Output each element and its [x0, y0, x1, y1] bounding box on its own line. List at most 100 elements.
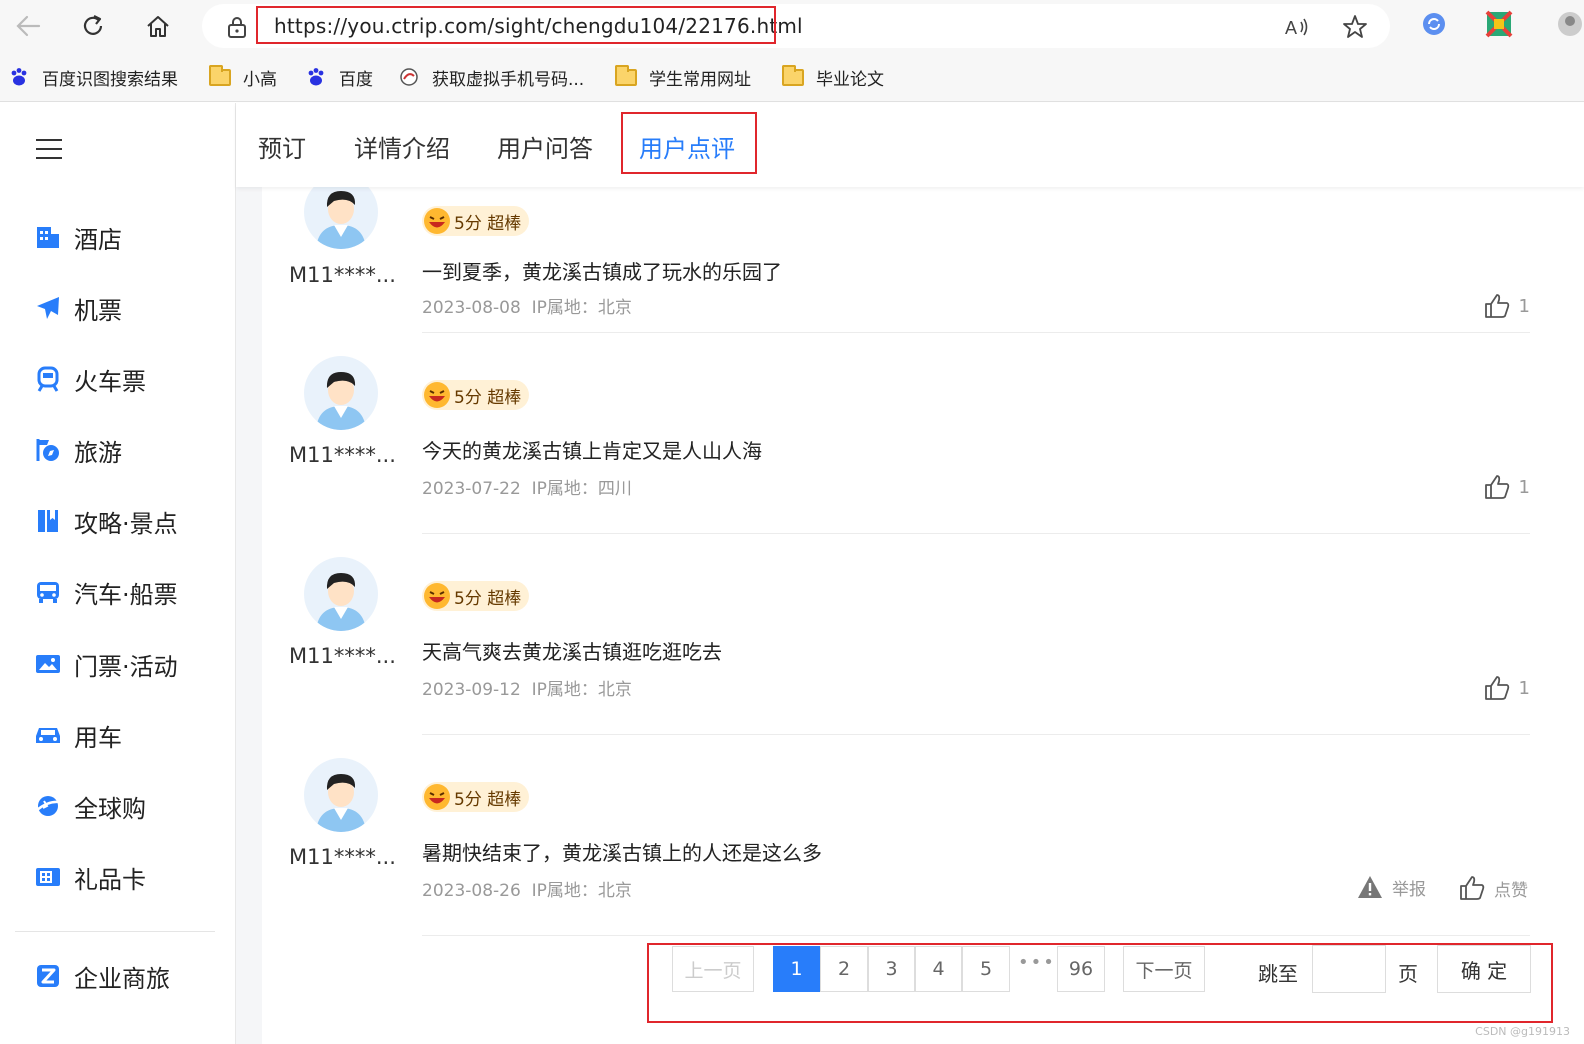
tab-details[interactable]: 详情介绍 [354, 129, 450, 164]
bookmark-label: 毕业论文 [816, 69, 884, 90]
gift-card-icon [34, 863, 62, 891]
sidebar-item-global-shop[interactable]: 全球购 [34, 788, 146, 824]
refresh-icon[interactable] [75, 8, 111, 44]
bookmark-label: 百度 [339, 69, 373, 90]
bookmark-label: 获取虚拟手机号码... [432, 69, 585, 90]
sidebar-divider [15, 931, 215, 932]
sidebar-item-car[interactable]: 用车 [34, 717, 122, 753]
sidebar-item-label: 机票 [74, 296, 122, 325]
avatar [304, 557, 378, 631]
pagination-highlight-box [647, 943, 1553, 1023]
sidebar-item-label: 火车票 [74, 367, 146, 396]
url-highlight-box [256, 6, 776, 44]
sidebar-item-label: 酒店 [74, 225, 122, 254]
site-icon [398, 67, 420, 87]
bookmark-label: 百度识图搜索结果 [42, 69, 178, 90]
watermark: CSDN @g191913 [1475, 1025, 1570, 1038]
browser-toolbar: https://you.ctrip.com/sight/chengdu104/2… [0, 0, 1584, 52]
score-text: 5分 超棒 [454, 588, 522, 609]
plane-icon [34, 294, 62, 322]
sidebar-item-label: 用车 [74, 723, 122, 752]
sidebar-item-tickets[interactable]: 门票·活动 [34, 646, 178, 682]
back-arrow-icon[interactable] [10, 8, 46, 44]
bookmark-folder[interactable]: 小高 [209, 64, 277, 90]
score-badge: 5分 超棒 [422, 380, 530, 410]
baidu-paw-icon [8, 67, 30, 87]
sidebar-item-label: 汽车·船票 [74, 580, 178, 609]
review-username[interactable]: M11****... [289, 845, 396, 869]
warning-icon [1358, 876, 1382, 898]
sidebar-item-label: 企业商旅 [74, 964, 170, 993]
train-icon [34, 365, 62, 393]
score-text: 5分 超棒 [454, 789, 522, 810]
review-item: M11****... 5分 超棒 暑期快结束了，黄龙溪古镇上的人还是这么多 20… [262, 623, 1584, 936]
sidebar-item-label: 攻略·景点 [74, 509, 178, 538]
car-icon [34, 721, 62, 749]
hotel-icon [34, 223, 62, 251]
score-badge: 5分 超棒 [422, 782, 530, 812]
score-text: 5分 超棒 [454, 387, 522, 408]
page: 酒店 机票 火车票 旅游 攻略·景点 汽车·船票 门票·活动 用车 全球购 礼品… [0, 103, 1584, 1044]
thumbs-up-icon [1460, 876, 1485, 900]
detail-tab-bar: 预订 详情介绍 用户问答 用户点评 [236, 103, 1584, 187]
profile-avatar[interactable] [1556, 10, 1584, 38]
review-list: M11****... 5分 超棒 一到夏季，黄龙溪古镇成了玩水的乐园了 2023… [262, 187, 1584, 1044]
laughing-face-icon [424, 583, 450, 609]
baidu-paw-icon [305, 67, 327, 87]
bookmark-folder[interactable]: 学生常用网址 [615, 64, 751, 90]
sync-extension-icon[interactable] [1420, 10, 1448, 38]
bookmark-item[interactable]: 获取虚拟手机号码... [398, 64, 584, 90]
svg-text:A: A [1285, 18, 1297, 38]
sidebar-item-flight[interactable]: 机票 [34, 290, 122, 326]
read-aloud-icon[interactable]: A [1284, 14, 1310, 40]
review-date: 2023-08-26 [422, 881, 521, 901]
business-icon [34, 962, 62, 990]
sidebar-item-travel[interactable]: 旅游 [34, 432, 122, 468]
sidebar-item-train[interactable]: 火车票 [34, 361, 146, 397]
sidebar-item-label: 旅游 [74, 438, 122, 467]
menu-icon[interactable] [36, 139, 62, 159]
avatar [304, 356, 378, 430]
score-badge: 5分 超棒 [422, 581, 530, 611]
tab-booking[interactable]: 预订 [258, 129, 306, 164]
extension-icon[interactable] [1485, 10, 1513, 38]
tab-highlight-box [621, 112, 757, 174]
sidebar-item-label: 礼品卡 [74, 865, 146, 894]
sidebar-item-label: 门票·活动 [74, 652, 178, 681]
avatar [304, 758, 378, 832]
sidebar: 酒店 机票 火车票 旅游 攻略·景点 汽车·船票 门票·活动 用车 全球购 礼品… [0, 103, 236, 1044]
travel-icon [34, 436, 62, 464]
folder-icon [209, 64, 231, 87]
global-shop-icon [34, 792, 62, 820]
sidebar-item-bus[interactable]: 汽车·船票 [34, 574, 178, 610]
tab-qa[interactable]: 用户问答 [497, 129, 593, 164]
favorite-star-icon[interactable] [1342, 14, 1368, 40]
review-item: M11****... 5分 超棒 今天的黄龙溪古镇上肯定又是人山人海 2023-… [262, 221, 1584, 534]
folder-icon [782, 64, 804, 87]
laughing-face-icon [424, 784, 450, 810]
ticket-icon [34, 650, 62, 678]
bookmark-folder[interactable]: 毕业论文 [782, 64, 884, 90]
bookmark-item[interactable]: 百度 [305, 64, 373, 90]
sidebar-item-gift-card[interactable]: 礼品卡 [34, 859, 146, 895]
review-item: M11****... 5分 超棒 天高气爽去黄龙溪古镇逛吃逛吃去 2023-09… [262, 422, 1584, 735]
sidebar-item-guide[interactable]: 攻略·景点 [34, 503, 178, 539]
review-item: M11****... 5分 超棒 一到夏季，黄龙溪古镇成了玩水的乐园了 2023… [262, 187, 1584, 333]
review-ip: IP属地：北京 [531, 881, 632, 901]
bookmark-label: 学生常用网址 [649, 69, 751, 90]
review-text: 暑期快结束了，黄龙溪古镇上的人还是这么多 [422, 841, 822, 865]
sidebar-item-hotel[interactable]: 酒店 [34, 219, 122, 255]
like-label: 点赞 [1494, 880, 1528, 901]
report-label: 举报 [1392, 879, 1426, 900]
like-button[interactable]: 点赞 [1458, 874, 1528, 902]
guide-icon [34, 507, 62, 535]
report-button[interactable]: 举报 [1356, 874, 1426, 900]
home-icon[interactable] [140, 8, 176, 44]
sidebar-item-label: 全球购 [74, 794, 146, 823]
sidebar-item-corporate[interactable]: 企业商旅 [34, 958, 170, 994]
lock-icon[interactable] [226, 16, 248, 42]
bookmarks-bar: 百度识图搜索结果 小高 百度 获取虚拟手机号码... 学生常用网址 毕业论文 [0, 52, 1584, 102]
bookmark-label: 小高 [243, 69, 277, 90]
folder-icon [615, 64, 637, 87]
bookmark-item[interactable]: 百度识图搜索结果 [8, 64, 178, 90]
